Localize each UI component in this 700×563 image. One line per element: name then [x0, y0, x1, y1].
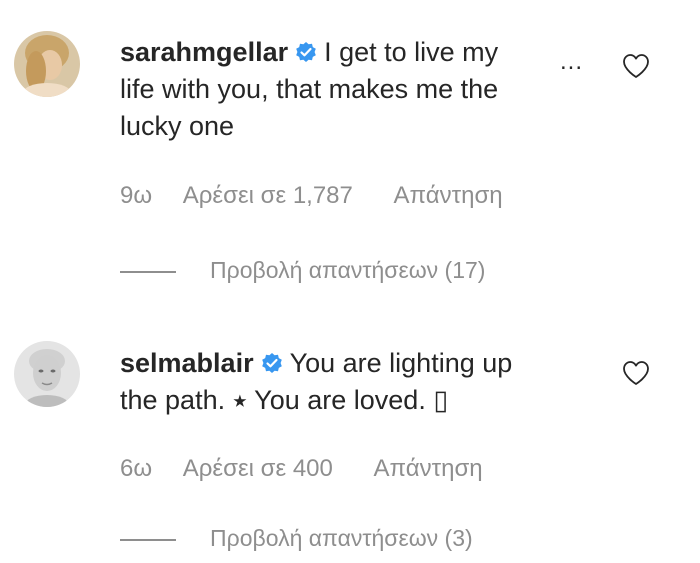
comment-meta: 6ω Αρέσει σε 400 Απάντηση [120, 455, 483, 483]
heart-outline-icon[interactable] [622, 360, 650, 386]
avatar[interactable] [14, 31, 80, 97]
view-replies-label: Προβολή απαντήσεων (3) [210, 525, 473, 551]
replies-divider-line [120, 538, 176, 541]
comment-text-line1: You are lighting up [289, 348, 513, 378]
view-replies-button[interactable]: Προβολή απαντήσεων (17) [120, 257, 485, 284]
text-fade-overlay [520, 34, 560, 114]
comment-meta: 9ω Αρέσει σε 1,787 Απάντηση [120, 182, 503, 210]
avatar-image [14, 31, 80, 97]
comment-likes[interactable]: Αρέσει σε 1,787 [183, 182, 353, 210]
view-replies-label: Προβολή απαντήσεων (17) [210, 257, 486, 283]
comment-text-line1: I get to live my [324, 37, 499, 67]
comment-body: sarahmgellar I get to live my life with … [120, 34, 560, 145]
avatar-image [14, 341, 80, 407]
avatar[interactable] [14, 341, 80, 407]
comment-timestamp[interactable]: 9ω [120, 182, 152, 210]
comment-item: sarahmgellar I get to live my life with … [0, 0, 700, 300]
heart-outline-icon[interactable] [622, 53, 650, 79]
comment-username[interactable]: selmablair [120, 348, 254, 378]
comment-item: selmablair You are lighting up the path.… [0, 330, 700, 563]
comment-body: selmablair You are lighting up the path.… [120, 345, 560, 419]
reply-button[interactable]: Απάντηση [394, 182, 503, 210]
replies-divider-line [120, 270, 176, 273]
comment-text-line2: life with you, that makes me the [120, 74, 499, 104]
view-replies-button[interactable]: Προβολή απαντήσεων (3) [120, 525, 473, 552]
verified-badge-icon [296, 42, 316, 62]
comment-text-line2: the path. ⭑ You are loved. ▯ [120, 385, 449, 415]
comment-username[interactable]: sarahmgellar [120, 37, 288, 67]
more-options-button[interactable]: ... [560, 48, 583, 76]
verified-badge-icon [261, 353, 282, 373]
comment-likes[interactable]: Αρέσει σε 400 [183, 455, 333, 483]
comment-text-line3: lucky one [120, 111, 235, 141]
comment-timestamp[interactable]: 6ω [120, 455, 152, 483]
reply-button[interactable]: Απάντηση [374, 455, 483, 483]
